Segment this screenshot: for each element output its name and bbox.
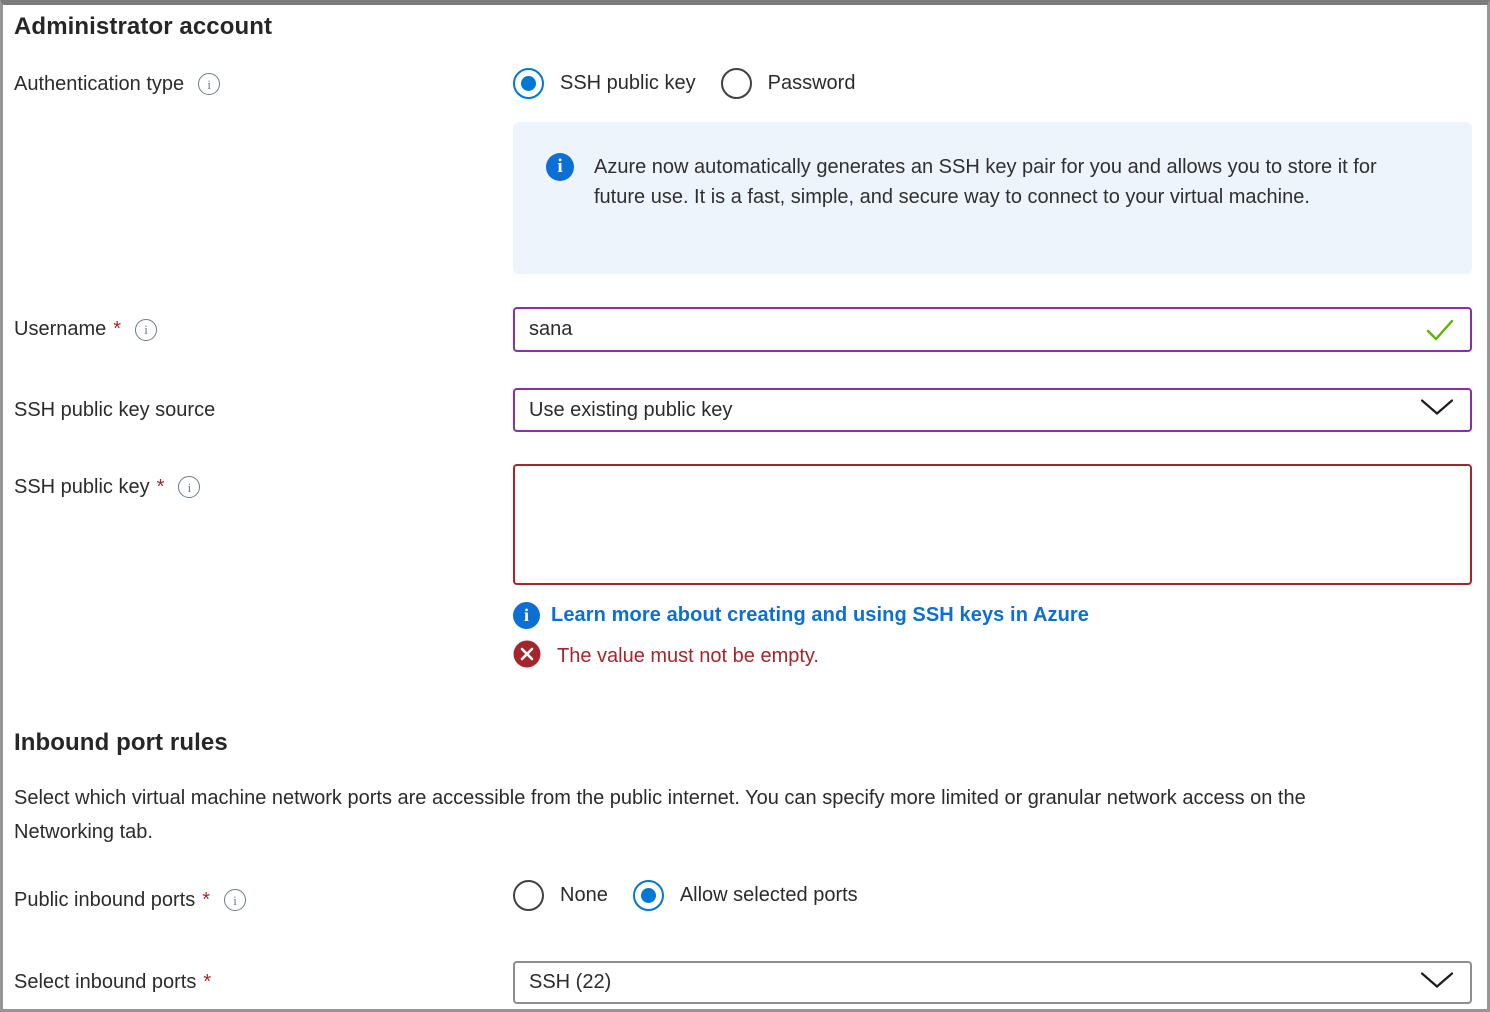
required-marker: * (203, 971, 211, 994)
username-info-icon[interactable]: i (135, 319, 157, 341)
ssh-public-key-error-text: The value must not be empty. (557, 645, 819, 668)
ssh-key-source-label-group: SSH public key source (14, 399, 513, 422)
ssh-public-key-label-group: SSH public key * i (14, 464, 513, 499)
radio-unselected-icon (721, 68, 752, 99)
ssh-key-info-banner-text: Azure now automatically generates an SSH… (594, 152, 1424, 244)
radio-none[interactable]: None (513, 880, 608, 911)
radio-ssh-public-key-label: SSH public key (560, 72, 696, 95)
info-icon: i (546, 153, 574, 181)
radio-allow-selected-ports[interactable]: Allow selected ports (633, 880, 858, 911)
error-icon (513, 640, 541, 673)
authentication-type-label-group: Authentication type i (14, 67, 513, 96)
select-inbound-ports-label-group: Select inbound ports * (14, 971, 513, 994)
radio-allow-selected-ports-label: Allow selected ports (680, 884, 858, 907)
public-inbound-ports-info-icon[interactable]: i (224, 889, 246, 911)
ssh-key-source-field: Use existing public key (513, 388, 1472, 432)
public-inbound-ports-field: None Allow selected ports (513, 879, 1472, 911)
select-inbound-ports-field: SSH (22) (513, 961, 1472, 1004)
select-inbound-ports-dropdown[interactable]: SSH (22) (513, 961, 1472, 1004)
username-row: Username * i (14, 307, 1472, 352)
username-label: Username (14, 318, 106, 341)
ssh-key-source-label: SSH public key source (14, 399, 215, 422)
validation-check-icon (1424, 318, 1456, 342)
public-inbound-ports-radio-group: None Allow selected ports (513, 879, 1472, 911)
select-inbound-ports-value: SSH (22) (529, 971, 611, 994)
ssh-keys-learn-more-row: i Learn more about creating and using SS… (513, 601, 1472, 629)
public-inbound-ports-label-group: Public inbound ports * i (14, 879, 513, 912)
ssh-public-key-row: SSH public key * i i Learn more about cr… (14, 464, 1472, 670)
ssh-keys-learn-more-link[interactable]: Learn more about creating and using SSH … (551, 604, 1089, 627)
required-marker: * (202, 889, 210, 912)
ssh-key-info-banner: i Azure now automatically generates an S… (513, 122, 1472, 274)
required-marker: * (113, 318, 121, 341)
ssh-key-source-row: SSH public key source Use existing publi… (14, 388, 1472, 432)
public-inbound-ports-row: Public inbound ports * i None Allow sele… (14, 879, 1472, 912)
authentication-type-label: Authentication type (14, 73, 184, 96)
username-label-group: Username * i (14, 318, 513, 341)
admin-account-section-title: Administrator account (14, 11, 1472, 43)
authentication-type-row: Authentication type i SSH public key Pas… (14, 67, 1472, 274)
radio-ssh-public-key[interactable]: SSH public key (513, 68, 696, 99)
authentication-type-info-icon[interactable]: i (198, 73, 220, 95)
ssh-key-source-value: Use existing public key (529, 399, 732, 422)
inbound-port-rules-section-title: Inbound port rules (14, 727, 1472, 759)
radio-selected-icon (513, 68, 544, 99)
username-input[interactable] (513, 307, 1472, 352)
chevron-down-icon (1420, 971, 1454, 994)
ssh-public-key-textarea[interactable] (513, 464, 1472, 585)
ssh-public-key-error-row: The value must not be empty. (513, 642, 1472, 670)
ssh-public-key-label: SSH public key (14, 476, 150, 499)
username-field (513, 307, 1472, 352)
public-inbound-ports-label: Public inbound ports (14, 889, 195, 912)
radio-password[interactable]: Password (721, 68, 856, 99)
radio-selected-icon (633, 880, 664, 911)
required-marker: * (157, 476, 165, 499)
vm-create-basics-panel: Administrator account Authentication typ… (3, 5, 1487, 1004)
radio-unselected-icon (513, 880, 544, 911)
ssh-public-key-field: i Learn more about creating and using SS… (513, 464, 1472, 670)
radio-none-label: None (560, 884, 608, 907)
authentication-type-radio-group: SSH public key Password (513, 67, 1472, 99)
ssh-key-source-dropdown[interactable]: Use existing public key (513, 388, 1472, 432)
authentication-type-field: SSH public key Password i Azure now auto… (513, 67, 1472, 274)
info-icon: i (513, 602, 540, 629)
ssh-public-key-info-icon[interactable]: i (178, 476, 200, 498)
select-inbound-ports-label: Select inbound ports (14, 971, 196, 994)
chevron-down-icon (1420, 399, 1454, 422)
inbound-port-rules-description: Select which virtual machine network por… (14, 781, 1324, 849)
radio-password-label: Password (768, 72, 856, 95)
select-inbound-ports-row: Select inbound ports * SSH (22) (14, 961, 1472, 1004)
